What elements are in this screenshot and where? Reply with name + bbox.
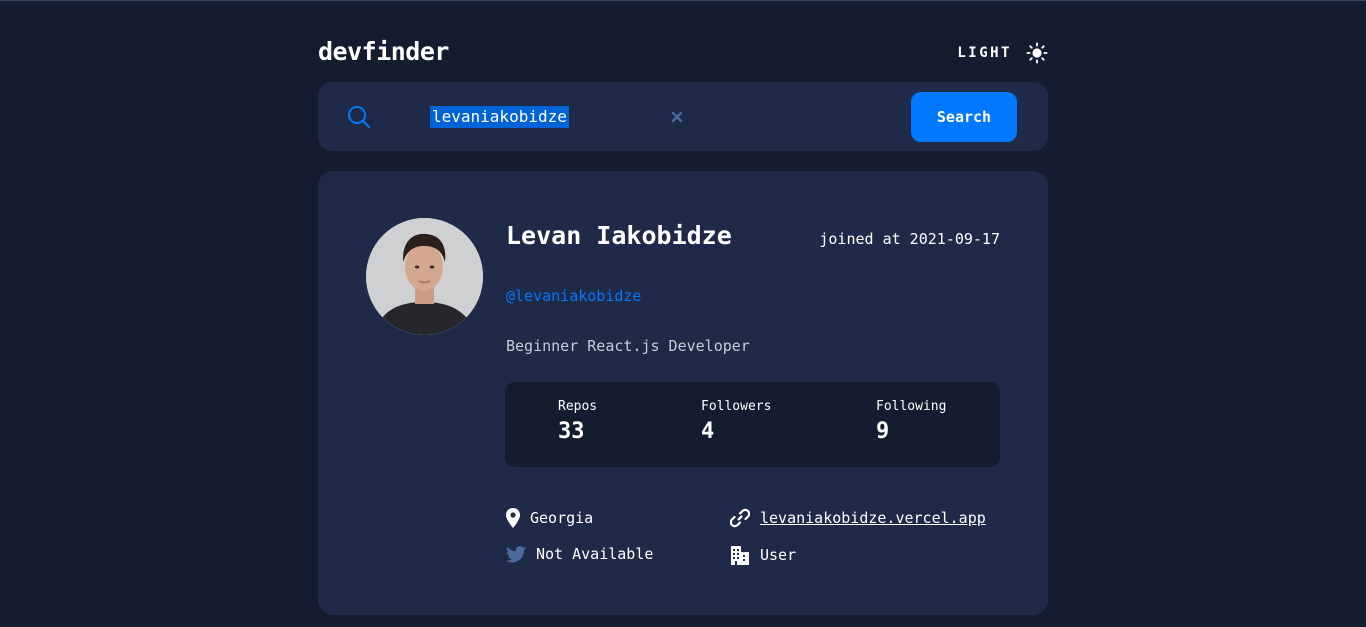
stat-following-value: 9 [876,419,890,444]
location-info: Georgia [506,508,593,528]
joined-date: joined at 2021-09-17 [819,230,1000,248]
twitter-icon [506,545,526,562]
profile-login-link[interactable]: @levaniakobidze [506,287,641,305]
link-icon [730,508,750,528]
twitter-info: Not Available [506,545,653,563]
avatar [366,218,483,335]
profile-card: Levan Iakobidze joined at 2021-09-17 @le… [318,171,1048,615]
company-info: User [730,545,796,565]
company-text: User [760,546,797,564]
theme-toggle-label[interactable]: LIGHT [957,45,1012,61]
stat-following: Following 9 [876,399,946,444]
sun-icon[interactable] [1026,42,1048,64]
stats-panel: Repos 33 Followers 4 Following 9 [505,382,1000,467]
search-input[interactable]: levaniakobidze [430,104,670,130]
close-icon[interactable] [670,110,684,124]
blog-info: levaniakobidze.vercel.app [730,508,986,528]
app-header: devfinder LIGHT [318,1,1048,82]
theme-toggle[interactable]: LIGHT [957,41,1048,65]
stat-following-label: Following [876,399,947,414]
search-icon [348,106,370,128]
profile-bio: Beginner React.js Developer [506,337,750,355]
twitter-text: Not Available [536,545,654,563]
stat-repos: Repos 33 [558,399,597,444]
stat-followers-value: 4 [701,419,715,444]
blog-link[interactable]: levaniakobidze.vercel.app [760,509,986,527]
app-container: devfinder LIGHT levaniakobidze Search Le… [318,1,1048,615]
location-text: Georgia [530,509,594,527]
location-pin-icon [506,508,520,528]
stat-repos-label: Repos [558,399,598,414]
search-button[interactable]: Search [911,92,1017,142]
search-input-value[interactable]: levaniakobidze [430,106,569,128]
stat-repos-value: 33 [558,419,585,444]
app-logo: devfinder [318,37,449,66]
search-bar: levaniakobidze Search [318,82,1048,151]
profile-name: Levan Iakobidze [506,221,732,250]
office-building-icon [731,546,749,565]
stat-followers: Followers 4 [701,399,771,444]
stat-followers-label: Followers [701,399,772,414]
